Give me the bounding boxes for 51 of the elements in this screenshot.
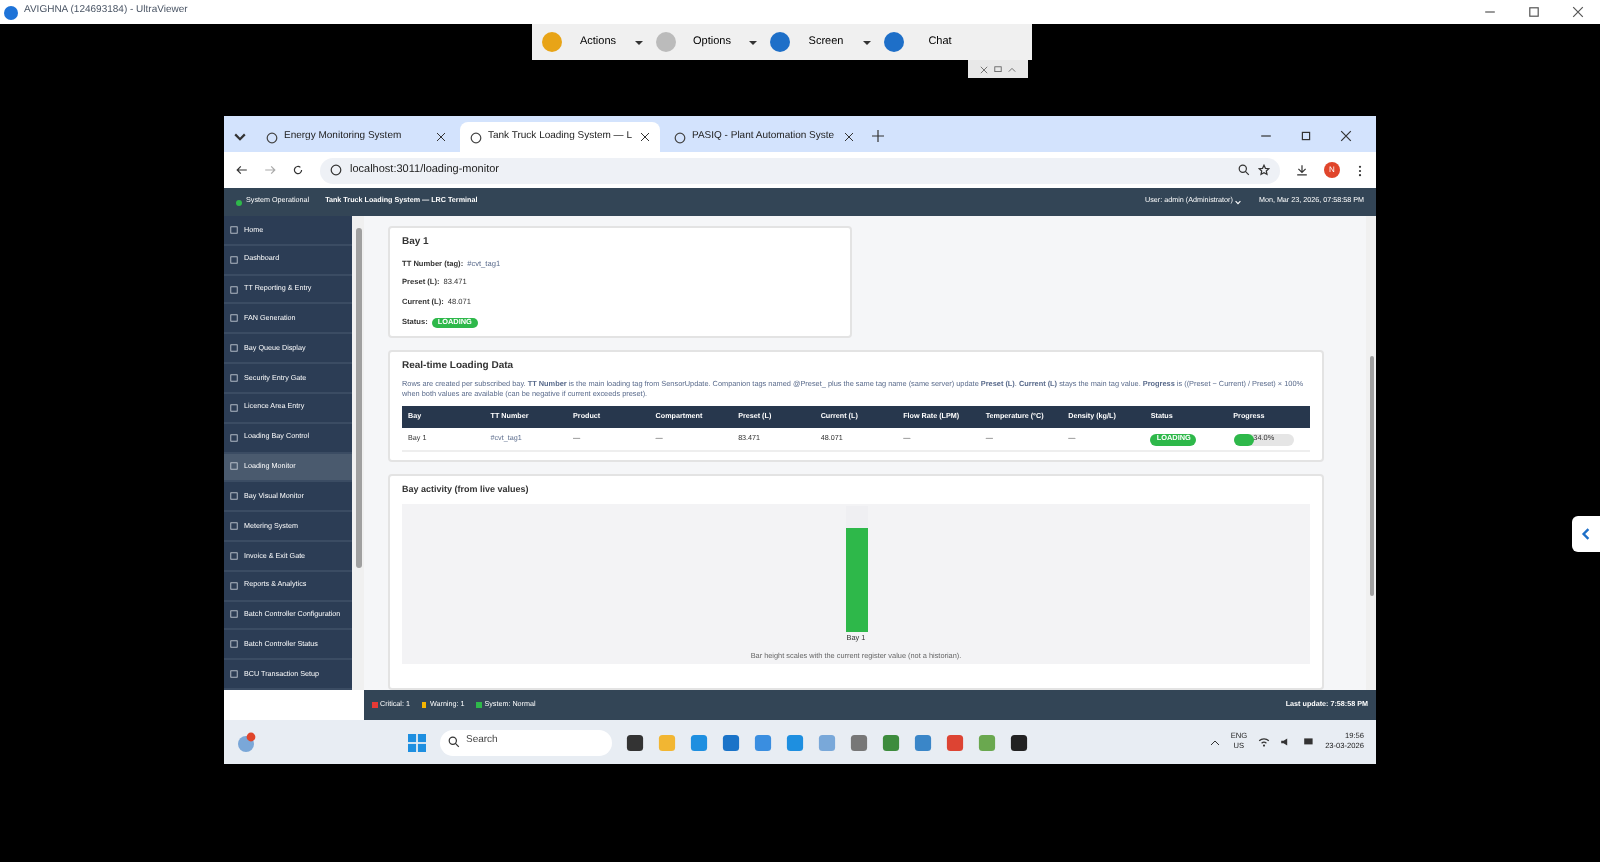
menu-item-icon: [230, 610, 238, 619]
menu-item-icon: [230, 670, 238, 679]
star-icon: [1258, 164, 1270, 176]
close-icon: [980, 65, 988, 73]
side-panel-tab[interactable]: [1572, 516, 1600, 552]
back-arrow-icon: [236, 164, 248, 176]
minimize-icon: [1260, 130, 1272, 142]
menu-item-icon: [230, 581, 238, 590]
reload-icon: [292, 164, 304, 176]
more-icon: [1356, 163, 1364, 177]
close-icon: [436, 132, 446, 142]
close-icon: [640, 132, 650, 142]
menu-item-icon: [230, 522, 238, 531]
menu-item-icon: [230, 255, 238, 264]
caret-icon: [862, 37, 872, 47]
menu-item-icon: [230, 640, 238, 649]
chevron-down-icon: [1234, 198, 1243, 206]
menu-item-icon: [230, 225, 238, 234]
close-icon: [844, 132, 854, 142]
menu-item-icon: [230, 403, 238, 412]
menu-item-icon: [230, 344, 238, 353]
menu-item-icon: [230, 551, 238, 560]
caret-icon: [748, 37, 758, 47]
start-icon: [408, 733, 426, 751]
menu-item-icon: [230, 462, 238, 471]
plus-icon: [872, 130, 884, 142]
restore-icon: [1300, 130, 1312, 142]
battery-icon: [1301, 736, 1316, 748]
menu-item-icon: [230, 492, 238, 501]
app-icon: [4, 5, 18, 19]
minimize-icon: [1484, 6, 1496, 18]
menu-item-icon: [230, 373, 238, 382]
status-dot-icon: [236, 199, 242, 205]
close-icon: [1572, 6, 1584, 18]
chevron-up-icon: [1008, 65, 1016, 73]
speaker-icon: [1279, 736, 1292, 748]
download-icon: [1296, 164, 1308, 176]
menu-item-icon: [230, 433, 238, 442]
restore-icon: [1528, 6, 1540, 18]
chevron-up-icon: [1210, 737, 1221, 747]
menu-item-icon: [230, 314, 238, 323]
zoom-icon: [1238, 164, 1250, 176]
caret-icon: [634, 37, 644, 47]
close-icon: [1340, 130, 1352, 142]
menu-item-icon: [230, 285, 238, 294]
forward-arrow-icon: [264, 164, 276, 176]
search-icon: [448, 736, 460, 748]
chevron-down-icon: [232, 128, 248, 144]
wifi-icon: [1257, 736, 1270, 748]
monitor-icon: [994, 65, 1002, 73]
chevron-left-icon: [1580, 526, 1592, 542]
